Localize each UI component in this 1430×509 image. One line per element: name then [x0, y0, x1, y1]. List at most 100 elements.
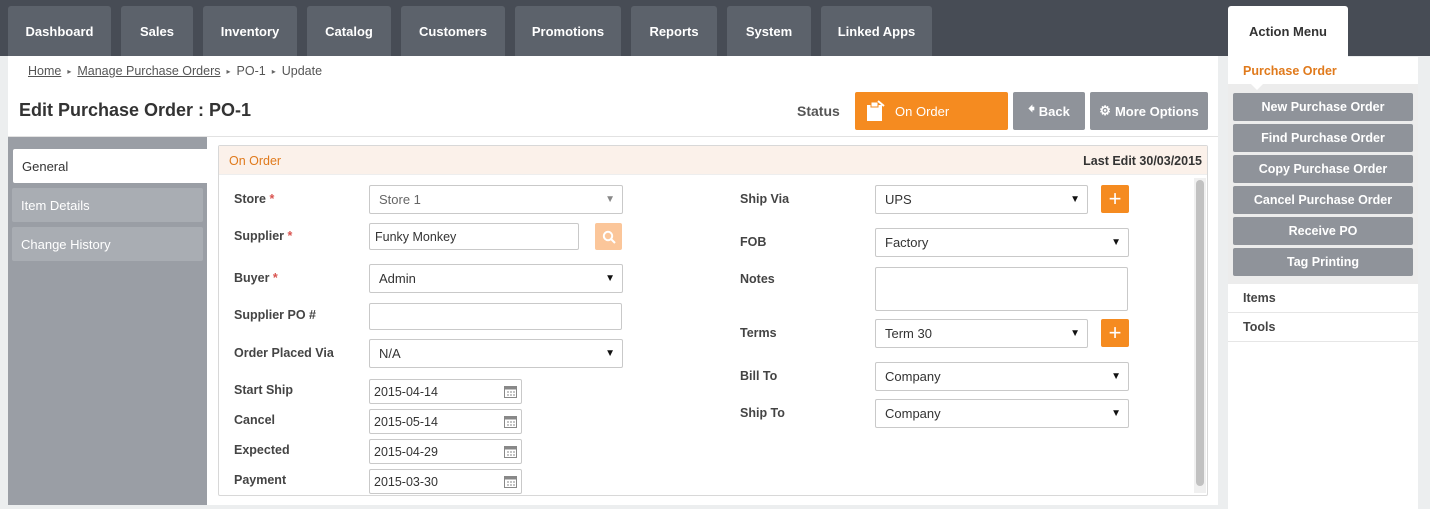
action-menu-buttons: New Purchase Order Find Purchase Order C…	[1228, 84, 1418, 284]
ship-via-select[interactable]: UPS ▼	[875, 185, 1088, 214]
nav-tab-sales[interactable]: Sales	[121, 6, 193, 56]
new-purchase-order-button[interactable]: New Purchase Order	[1233, 93, 1413, 121]
last-edit: Last Edit 30/03/2015	[1083, 154, 1202, 168]
breadcrumb-separator-icon: ▸	[67, 66, 72, 76]
add-ship-via-button[interactable]: +	[1101, 185, 1129, 213]
ship-to-select[interactable]: Company ▼	[875, 399, 1129, 428]
receive-po-button[interactable]: Receive PO	[1233, 217, 1413, 245]
cancel-label: Cancel	[234, 413, 275, 427]
ship-to-label: Ship To	[740, 406, 785, 420]
tag-printing-button[interactable]: Tag Printing	[1233, 248, 1413, 276]
calendar-icon[interactable]	[504, 415, 517, 428]
calendar-icon[interactable]	[504, 475, 517, 488]
chevron-down-icon: ▼	[1070, 328, 1080, 339]
breadcrumb-po: PO-1	[236, 64, 266, 78]
page-title: Edit Purchase Order : PO-1	[19, 100, 252, 120]
clipboard-icon	[867, 100, 885, 121]
calendar-icon[interactable]	[504, 445, 517, 458]
form-scrollbar[interactable]	[1194, 178, 1206, 493]
copy-purchase-order-button[interactable]: Copy Purchase Order	[1233, 155, 1413, 183]
start-ship-label: Start Ship	[234, 383, 294, 397]
chevron-down-icon: ▼	[1111, 237, 1121, 248]
search-icon	[602, 230, 616, 244]
action-menu-section-title: Purchase Order	[1243, 64, 1337, 78]
status-button[interactable]: On Order	[855, 92, 1008, 130]
supplier-input[interactable]: Funky Monkey	[369, 223, 579, 250]
calendar-icon[interactable]	[504, 385, 517, 398]
find-purchase-order-button[interactable]: Find Purchase Order	[1233, 124, 1413, 152]
side-tab-item-details[interactable]: Item Details	[12, 188, 203, 222]
terms-select[interactable]: Term 30 ▼	[875, 319, 1088, 348]
order-placed-select[interactable]: N/A ▼	[369, 339, 623, 368]
notes-label: Notes	[740, 272, 775, 286]
side-tab-change-history[interactable]: Change History	[12, 227, 203, 261]
supplier-search-button[interactable]	[595, 223, 622, 250]
terms-label: Terms	[740, 326, 777, 340]
status-value: On Order	[895, 103, 950, 119]
start-ship-date[interactable]: 2015-04-14	[369, 379, 522, 404]
form-panel: On Order Last Edit 30/03/2015 Store * St…	[218, 145, 1208, 496]
chevron-down-icon: ▼	[605, 194, 615, 205]
breadcrumb-current: Update	[281, 64, 323, 78]
top-nav-bar: Dashboard Sales Inventory Catalog Custom…	[0, 0, 1430, 57]
cancel-date[interactable]: 2015-05-14	[369, 409, 522, 434]
nav-tab-dashboard[interactable]: Dashboard	[8, 6, 111, 56]
start-ship-value: 2015-04-14	[374, 384, 438, 399]
nav-tab-reports[interactable]: Reports	[631, 6, 717, 56]
buyer-value: Admin	[379, 271, 416, 286]
nav-tab-catalog[interactable]: Catalog	[307, 6, 391, 56]
nav-tab-promotions[interactable]: Promotions	[515, 6, 621, 56]
payment-label: Payment	[234, 473, 287, 487]
cancel-purchase-order-button[interactable]: Cancel Purchase Order	[1233, 186, 1413, 214]
chevron-down-icon: ▼	[1070, 194, 1080, 205]
expected-label: Expected	[234, 443, 290, 457]
store-value: Store 1	[379, 192, 421, 207]
ship-to-value: Company	[885, 406, 941, 421]
back-button[interactable]: 🠸 Back	[1013, 92, 1085, 130]
store-label: Store *	[234, 192, 275, 206]
nav-tab-linked-apps[interactable]: Linked Apps	[821, 6, 932, 56]
cancel-value: 2015-05-14	[374, 414, 438, 429]
plus-icon: +	[1108, 186, 1122, 211]
breadcrumb: Home ▸ Manage Purchase Orders ▸ PO-1 ▸ U…	[28, 64, 322, 78]
order-placed-value: N/A	[379, 346, 401, 361]
action-item-tools[interactable]: Tools	[1228, 313, 1418, 342]
add-terms-button[interactable]: +	[1101, 319, 1129, 347]
buyer-select[interactable]: Admin ▼	[369, 264, 623, 293]
more-options-label: More Options	[1114, 103, 1199, 119]
fob-select[interactable]: Factory ▼	[875, 228, 1129, 257]
scrollbar-thumb[interactable]	[1196, 180, 1204, 486]
expected-date[interactable]: 2015-04-29	[369, 439, 522, 464]
payment-date[interactable]: 2015-03-30	[369, 469, 522, 494]
ship-via-label: Ship Via	[740, 192, 790, 206]
notes-textarea[interactable]	[875, 267, 1128, 311]
action-item-items[interactable]: Items	[1228, 284, 1418, 313]
bill-to-label: Bill To	[740, 369, 778, 383]
breadcrumb-manage-link[interactable]: Manage Purchase Orders	[77, 64, 220, 78]
fob-value: Factory	[885, 235, 929, 250]
panel-state: On Order	[229, 154, 282, 168]
back-label: Back	[1038, 103, 1070, 119]
nav-tab-customers[interactable]: Customers	[401, 6, 505, 56]
side-nav: General Item Details Change History	[8, 137, 209, 505]
payment-value: 2015-03-30	[374, 474, 438, 489]
action-menu: Purchase Order New Purchase Order Find P…	[1228, 57, 1418, 509]
nav-tab-system[interactable]: System	[727, 6, 811, 56]
more-options-button[interactable]: ⚙ More Options	[1090, 92, 1208, 130]
nav-tab-inventory[interactable]: Inventory	[203, 6, 297, 56]
buyer-label: Buyer *	[234, 271, 278, 285]
supplier-po-input[interactable]	[369, 303, 622, 330]
arrow-left-icon: 🠸	[1028, 101, 1035, 116]
breadcrumb-separator-icon: ▸	[271, 66, 276, 76]
action-menu-tab[interactable]: Action Menu	[1228, 6, 1348, 57]
fob-label: FOB	[740, 235, 767, 249]
bill-to-select[interactable]: Company ▼	[875, 362, 1129, 391]
store-select[interactable]: Store 1 ▼	[369, 185, 623, 214]
section-pointer	[1251, 84, 1263, 90]
side-tab-general[interactable]: General	[13, 149, 209, 183]
ship-via-value: UPS	[885, 192, 912, 207]
plus-icon: +	[1108, 320, 1122, 345]
breadcrumb-home-link[interactable]: Home	[28, 64, 61, 78]
chevron-down-icon: ▼	[605, 348, 615, 359]
chevron-down-icon: ▼	[1111, 408, 1121, 419]
